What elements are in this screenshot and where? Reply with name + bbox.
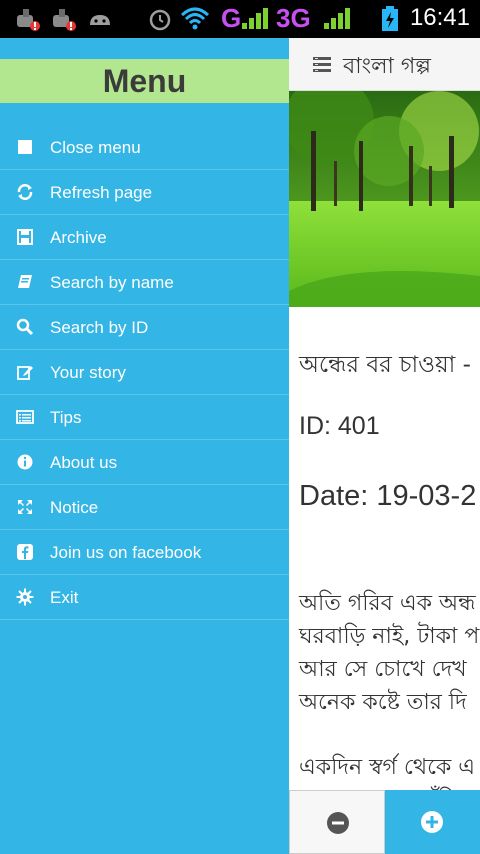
menu-item-label: Search by name	[50, 273, 174, 292]
minus-circle-icon	[327, 812, 349, 834]
cleaner-notification-icon	[14, 5, 42, 37]
drawer-title: Menu	[0, 59, 289, 103]
info-icon	[16, 453, 34, 471]
story-date: Date: 19-03-2	[299, 480, 477, 512]
cleaner-notification-icon-2	[50, 5, 78, 37]
app-title: বাংলা গল্প	[343, 54, 431, 79]
menu-item-about-us[interactable]: About us	[0, 440, 289, 485]
network-3g-label: 3G	[276, 3, 311, 33]
menu-item-your-story[interactable]: Your story	[0, 350, 289, 395]
banner-image	[289, 76, 480, 307]
menu-item-label: Refresh page	[50, 183, 153, 202]
main-content: বাংলা গল্প অন্ধের বর চাওয়া - ID: 401 Da…	[289, 38, 480, 854]
book-icon	[16, 273, 34, 291]
menu-item-label: Your story	[50, 363, 126, 382]
menu-item-label: Join us on facebook	[50, 543, 202, 562]
story-paragraph-line: একদিন স্বর্গ থেকে এ	[299, 755, 476, 780]
menu-item-search-by-name[interactable]: Search by name	[0, 260, 289, 305]
menu-item-label: Tips	[50, 408, 82, 427]
menu-item-refresh-page[interactable]: Refresh page	[0, 170, 289, 215]
square-icon	[16, 138, 34, 156]
menu-item-search-by-id[interactable]: Search by ID	[0, 305, 289, 350]
signal-icon-2	[322, 5, 354, 37]
alarm-icon	[146, 5, 174, 37]
story-paragraph-line: আর সে চোখে দেখ	[299, 657, 467, 682]
action-bar: বাংলা গল্প	[289, 38, 480, 91]
android-icon	[86, 5, 114, 37]
menu-item-exit[interactable]: Exit	[0, 575, 289, 620]
menu-item-notice[interactable]: Notice	[0, 485, 289, 530]
drawer-toggle-icon[interactable]	[313, 57, 331, 77]
edit-icon	[16, 363, 34, 381]
battery-charging-icon	[380, 5, 400, 37]
zoom-out-button[interactable]	[289, 790, 385, 854]
menu-item-label: Archive	[50, 228, 107, 247]
status-bar: G 3G 16:41	[0, 0, 480, 38]
navigation-drawer: Menu Close menu Refresh page Archive Sea…	[0, 38, 289, 854]
facebook-icon	[16, 543, 34, 561]
menu-item-label: Exit	[50, 588, 79, 607]
menu-item-close-menu[interactable]: Close menu	[0, 125, 289, 170]
signal-icon-1	[240, 5, 272, 37]
story-id: ID: 401	[299, 412, 380, 440]
refresh-icon	[16, 183, 34, 201]
story-title: অন্ধের বর চাওয়া -	[299, 352, 471, 378]
wifi-icon	[180, 5, 210, 37]
menu-item-label: Search by ID	[50, 318, 149, 337]
menu-item-join-facebook[interactable]: Join us on facebook	[0, 530, 289, 575]
gear-icon	[16, 588, 34, 606]
list-icon	[16, 408, 34, 426]
plus-circle-icon	[421, 811, 443, 833]
expand-icon	[16, 498, 34, 516]
story-paragraph-line: অতি গরিব এক অন্ধ	[299, 591, 476, 616]
menu-item-tips[interactable]: Tips	[0, 395, 289, 440]
menu-item-label: About us	[50, 453, 118, 472]
menu-list: Close menu Refresh page Archive Search b…	[0, 125, 289, 620]
save-icon	[16, 228, 34, 246]
network-g-label: G	[221, 3, 242, 33]
search-icon	[16, 318, 34, 336]
story-paragraph-line: ঘরবাড়ি নাই, টাকা প	[299, 624, 480, 649]
status-clock: 16:41	[409, 4, 470, 31]
menu-item-archive[interactable]: Archive	[0, 215, 289, 260]
menu-item-label: Close menu	[50, 138, 141, 157]
zoom-in-button[interactable]	[385, 790, 480, 854]
story-paragraph-line: অনেক কষ্টে তার দি	[299, 690, 467, 715]
menu-item-label: Notice	[50, 498, 99, 517]
zoom-controls	[289, 790, 480, 854]
